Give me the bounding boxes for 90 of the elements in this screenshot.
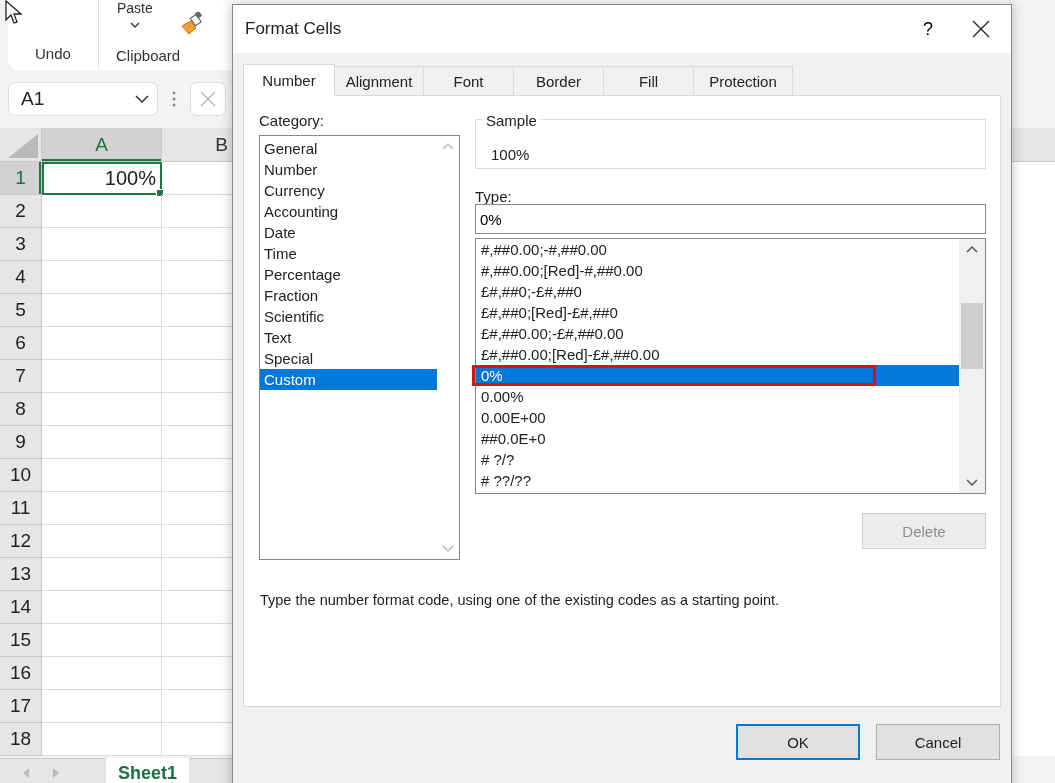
list-item[interactable]: £#,##0.00;[Red]-£#,##0.00 [476, 344, 959, 365]
row-header[interactable]: 1 [0, 162, 42, 195]
row-header[interactable]: 12 [0, 525, 42, 558]
row-header[interactable]: 7 [0, 360, 42, 393]
list-item[interactable]: #,##0.00;-#,##0.00 [476, 239, 959, 260]
list-item[interactable]: # ?/? [476, 449, 959, 470]
row-header[interactable]: 16 [0, 657, 42, 690]
help-button[interactable]: ? [905, 9, 951, 49]
grid-cell[interactable] [42, 657, 162, 690]
scroll-right-icon[interactable] [52, 767, 60, 779]
grid-cell[interactable] [42, 360, 162, 393]
list-item[interactable]: £#,##0;-£#,##0 [476, 281, 959, 302]
row-header[interactable]: 3 [0, 228, 42, 261]
chevron-down-icon[interactable] [135, 95, 149, 103]
row-header[interactable]: 11 [0, 492, 42, 525]
grid-cell[interactable] [42, 723, 162, 756]
active-cell[interactable]: 100% [42, 162, 162, 195]
row-header[interactable]: 5 [0, 294, 42, 327]
cancel-entry-button[interactable] [190, 82, 226, 116]
grid-cell[interactable] [42, 624, 162, 657]
scroll-up-icon[interactable] [966, 245, 978, 253]
tab[interactable]: Protection [693, 66, 793, 95]
name-box[interactable]: A1 [8, 82, 158, 116]
grid-cell[interactable] [42, 690, 162, 723]
row-header[interactable]: 10 [0, 459, 42, 492]
row-header[interactable]: 4 [0, 261, 42, 294]
tab[interactable]: Number [243, 64, 335, 96]
grid-cell[interactable] [42, 591, 162, 624]
list-item[interactable]: Percentage [260, 264, 437, 285]
grid-cell[interactable] [42, 492, 162, 525]
row-header[interactable]: 9 [0, 426, 42, 459]
list-item[interactable]: Fraction [260, 285, 437, 306]
group-label: Clipboard [116, 47, 181, 64]
sheet-tab[interactable]: Sheet1 [106, 758, 190, 783]
x-icon[interactable] [199, 90, 217, 108]
cancel-button[interactable]: Cancel [876, 724, 1000, 760]
sample-label: Sample [482, 112, 541, 129]
list-item[interactable]: Number [260, 159, 437, 180]
paintbrush-icon[interactable] [179, 12, 205, 36]
grid-cell[interactable] [42, 393, 162, 426]
list-item[interactable]: Date [260, 222, 437, 243]
row-header[interactable]: 2 [0, 195, 42, 228]
column-header[interactable]: A [42, 128, 162, 161]
grid-cell[interactable] [42, 228, 162, 261]
list-item[interactable]: Custom [260, 369, 437, 390]
row-header[interactable]: 8 [0, 393, 42, 426]
row-header[interactable]: 17 [0, 690, 42, 723]
description-text: Type the number format code, using one of the existing codes as a starting point. [260, 592, 781, 608]
list-item[interactable]: Scientific [260, 306, 437, 327]
scroll-down-icon[interactable] [966, 479, 978, 487]
row-header[interactable]: 6 [0, 327, 42, 360]
row-header[interactable]: 13 [0, 558, 42, 591]
list-item[interactable]: #,##0.00;[Red]-#,##0.00 [476, 260, 959, 281]
list-item[interactable]: # ??/?? [476, 470, 959, 491]
list-item[interactable]: Accounting [260, 201, 437, 222]
close-icon[interactable] [972, 20, 990, 38]
ok-button[interactable]: OK [736, 724, 860, 760]
list-item[interactable]: Currency [260, 180, 437, 201]
type-label: Type: [475, 188, 513, 204]
grid-cell[interactable] [42, 261, 162, 294]
row-header[interactable]: 18 [0, 723, 42, 756]
more-icon[interactable] [172, 91, 176, 107]
list-item[interactable]: Time [260, 243, 437, 264]
list-item[interactable]: £#,##0;[Red]-£#,##0 [476, 302, 959, 323]
type-field[interactable]: 0% [475, 204, 986, 234]
sample-value: 100% [491, 146, 531, 163]
grid-cell[interactable] [42, 525, 162, 558]
list-item[interactable]: £#,##0.00;-£#,##0.00 [476, 323, 959, 344]
scroll-left-icon[interactable] [22, 767, 30, 779]
category-list[interactable]: General Number Currency Accounting Date Time Percentage Fraction Scientific Text Special Custom [259, 135, 460, 560]
grid-cell[interactable] [42, 459, 162, 492]
list-item[interactable]: 0.00% [476, 386, 959, 407]
format-list[interactable]: #,##0.00;-#,##0.00 #,##0.00;[Red]-#,##0.00 £#,##0;-£#,##0 £#,##0;[Red]-£#,##0 £#,##0.00;-£#,##0.00 £#,##0.00;[Red]-£#,##0.00 0% 0.00% 0.00E+00 ##0.0E+0 # ?/? # ??/?? [475, 238, 986, 494]
list-item[interactable]: Text [260, 327, 437, 348]
row-header[interactable]: 14 [0, 591, 42, 624]
list-item[interactable]: 0.00E+00 [476, 407, 959, 428]
list-item[interactable]: ##0.0E+0 [476, 428, 959, 449]
list-item[interactable]: Special [260, 348, 437, 369]
dialog-title: Format Cells [245, 19, 343, 39]
scrollbar-thumb[interactable] [961, 303, 983, 369]
grid-cell[interactable] [42, 426, 162, 459]
grid-cell[interactable] [42, 327, 162, 360]
grid-cell[interactable] [42, 558, 162, 591]
category-label: Category: [259, 112, 326, 131]
paste-button[interactable]: Paste [117, 0, 153, 16]
grid-cell[interactable] [42, 294, 162, 327]
group-label: Undo [35, 45, 71, 62]
grid-cell[interactable] [42, 195, 162, 228]
caret-icon[interactable] [129, 22, 140, 28]
row-header[interactable]: 15 [0, 624, 42, 657]
